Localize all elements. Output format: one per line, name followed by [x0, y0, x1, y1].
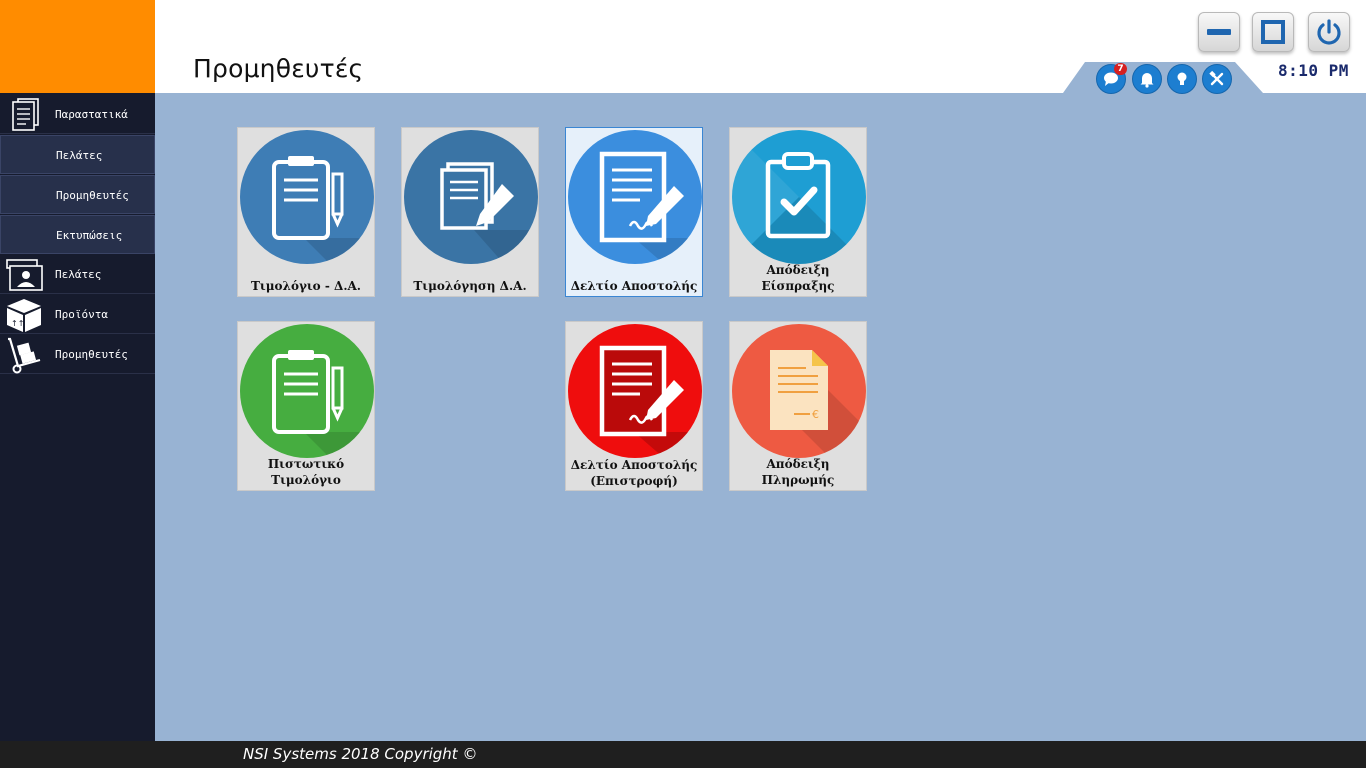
notification-count-badge: 7 — [1114, 63, 1127, 75]
sidebar-item-products[interactable]: ↑↑ Προϊόντα — [0, 295, 155, 334]
sidebar-item-label: Προμηθευτές — [55, 348, 128, 361]
power-button[interactable] — [1308, 12, 1350, 52]
sidebar-item-documents[interactable]: Παραστατικά — [0, 95, 155, 134]
tools-button[interactable] — [1202, 64, 1232, 94]
documents-icon — [12, 98, 39, 131]
documents-pen-icon — [404, 130, 538, 264]
tile-invoice-delivery[interactable]: Τιμολόγιο - Δ.Α. — [237, 127, 375, 297]
sidebar-item-customers-docs[interactable]: Πελάτες — [0, 135, 155, 174]
tile-delivery-invoicing[interactable]: Τιμολόγηση Δ.Α. — [401, 127, 539, 297]
customer-card-icon — [6, 259, 43, 291]
lightbulb-icon — [1177, 72, 1187, 85]
clock: 8:10 PM — [1278, 61, 1349, 80]
page-title: Προμηθευτές — [193, 54, 364, 83]
power-icon — [1317, 19, 1341, 45]
bell-button[interactable] — [1132, 64, 1162, 94]
svg-text:€: € — [812, 408, 819, 421]
tile-label: Τιμολόγηση Δ.Α. — [413, 279, 527, 293]
tile-payment-receipt[interactable]: € Απόδειξη Πληρωμής — [729, 321, 867, 491]
tile-label: Δελτίο Αποστολής — [570, 279, 698, 293]
tools-icon — [1209, 70, 1224, 86]
tile-label: Απόδειξη Πληρωμής — [761, 457, 835, 487]
tile-delivery-note[interactable]: Δελτίο Αποστολής — [565, 127, 703, 297]
tile-label: Απόδειξη Είσπραξης — [761, 263, 835, 293]
sidebar-item-suppliers[interactable]: Προμηθευτές — [0, 335, 155, 374]
footer: NSI Systems 2018 Copyright © — [0, 741, 1366, 768]
maximize-button[interactable] — [1252, 12, 1294, 52]
maximize-icon — [1261, 20, 1285, 44]
tile-label: Δελτίο Αποστολής (Επιστροφή) — [570, 458, 698, 488]
sidebar-item-prints[interactable]: Εκτυπώσεις — [0, 215, 155, 254]
sidebar-item-label: Προϊόντα — [55, 308, 108, 321]
sidebar-item-label: Πελάτες — [56, 149, 103, 162]
sidebar-item-label: Πελάτες — [55, 268, 102, 281]
copyright-text: NSI Systems 2018 Copyright © — [243, 745, 478, 763]
signed-document-icon — [568, 324, 702, 458]
hand-truck-icon — [8, 337, 41, 374]
svg-text:↑↑: ↑↑ — [11, 319, 24, 328]
clipboard-pen-icon — [240, 130, 374, 264]
clipboard-check-icon — [732, 130, 866, 264]
bell-icon — [1140, 73, 1154, 88]
sidebar-item-label: Παραστατικά — [55, 108, 128, 121]
sidebar-item-label: Προμηθευτές — [56, 189, 129, 202]
receipt-euro-icon: € — [732, 324, 866, 458]
tile-receipt-collection[interactable]: Απόδειξη Είσπραξης — [729, 127, 867, 297]
tile-label: Πιστωτικό Τιμολόγιο — [267, 457, 345, 487]
minimize-button[interactable] — [1198, 12, 1240, 52]
sidebar-item-customers[interactable]: Πελάτες — [0, 255, 155, 294]
lightbulb-button[interactable] — [1167, 64, 1197, 94]
tile-label: Τιμολόγιο - Δ.Α. — [251, 279, 361, 293]
clipboard-pen-icon — [240, 324, 374, 458]
sidebar-item-suppliers-docs[interactable]: Προμηθευτές — [0, 175, 155, 214]
signed-document-icon — [568, 130, 702, 264]
logo-block — [0, 0, 155, 93]
sidebar-item-label: Εκτυπώσεις — [56, 229, 123, 242]
tile-credit-invoice[interactable]: Πιστωτικό Τιμολόγιο — [237, 321, 375, 491]
package-icon: ↑↑ — [7, 299, 41, 332]
notification-tray — [1063, 62, 1263, 93]
tile-delivery-note-return[interactable]: Δελτίο Αποστολής (Επιστροφή) — [565, 321, 703, 491]
minimize-icon — [1207, 29, 1231, 35]
